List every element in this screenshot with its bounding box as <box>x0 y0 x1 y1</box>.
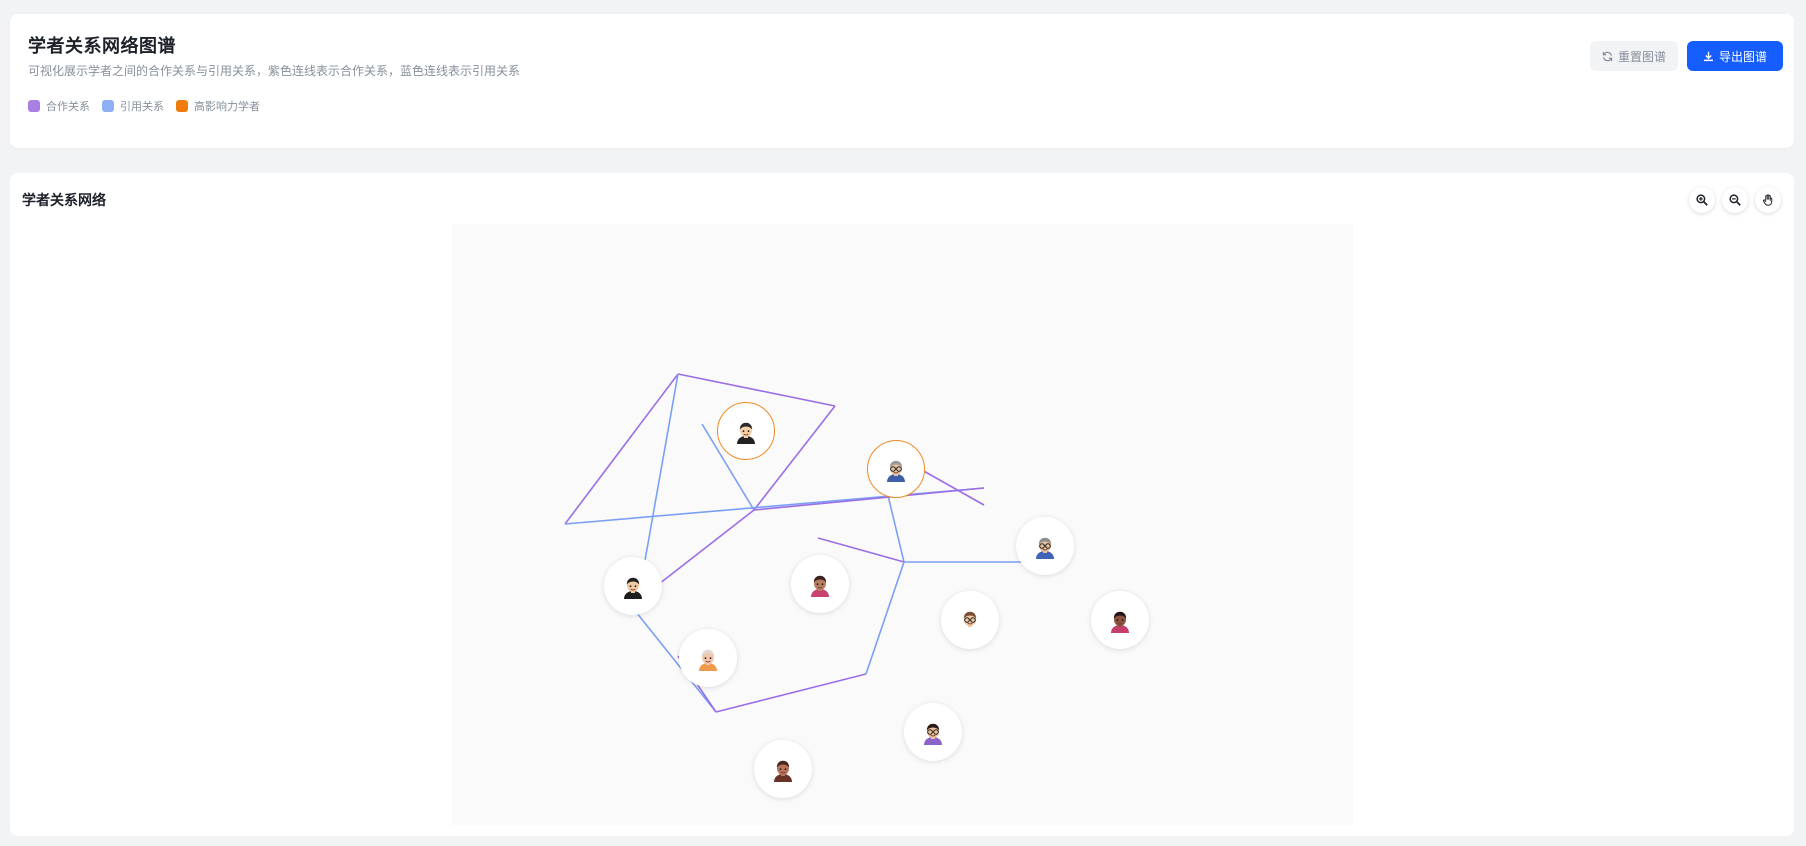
edge-citation <box>865 561 905 675</box>
scholar-node[interactable] <box>679 629 737 687</box>
scholar-node[interactable] <box>941 591 999 649</box>
edge-collaboration <box>715 673 867 713</box>
legend-label: 引用关系 <box>120 100 164 113</box>
graph-title: 学者关系网络 <box>22 193 106 209</box>
legend-swatch-citation <box>102 100 114 112</box>
scholar-node[interactable] <box>604 557 662 615</box>
avatar-icon <box>924 723 942 745</box>
reset-graph-label: 重置图谱 <box>1618 49 1667 64</box>
avatar-icon <box>737 422 755 444</box>
scholar-node[interactable] <box>717 402 775 460</box>
header-card: 学者关系网络图谱 可视化展示学者之间的合作关系与引用关系，紫色连线表示合作关系，… <box>10 14 1794 148</box>
legend-item-citation: 引用关系 <box>102 98 164 114</box>
avatar-icon <box>699 649 717 671</box>
zoom-out-icon <box>1729 191 1741 210</box>
legend: 合作关系 引用关系 高影响力学者 <box>28 98 260 114</box>
scholar-node[interactable] <box>904 703 962 761</box>
avatar-icon <box>887 460 905 482</box>
scholar-node[interactable] <box>754 740 812 798</box>
scholar-node[interactable] <box>1016 517 1074 575</box>
zoom-in-button[interactable] <box>1689 187 1715 213</box>
pan-button[interactable] <box>1755 187 1781 213</box>
export-graph-label: 导出图谱 <box>1718 49 1767 64</box>
legend-swatch-collaboration <box>28 100 40 112</box>
edge-citation <box>640 373 679 584</box>
zoom-out-button[interactable] <box>1722 187 1748 213</box>
avatar-icon <box>1111 611 1129 633</box>
edge-collaboration <box>564 373 679 525</box>
avatar-icon <box>774 760 792 782</box>
legend-item-high-impact: 高影响力学者 <box>176 98 260 114</box>
reset-graph-button[interactable]: 重置图谱 <box>1590 41 1678 71</box>
legend-item-collaboration: 合作关系 <box>28 98 90 114</box>
graph-card: 学者关系网络 <box>10 173 1794 836</box>
scholar-node[interactable] <box>791 555 849 613</box>
legend-swatch-high-impact <box>176 100 188 112</box>
avatar-icon <box>811 575 829 597</box>
zoom-in-icon <box>1696 191 1708 210</box>
avatar-icon <box>624 577 642 599</box>
refresh-icon <box>1602 51 1613 62</box>
scholar-node[interactable] <box>867 440 925 498</box>
scholar-node[interactable] <box>1091 591 1149 649</box>
edge-layer <box>564 373 1053 713</box>
edge-collaboration <box>677 373 836 407</box>
network-canvas[interactable] <box>452 224 1353 825</box>
legend-label: 合作关系 <box>46 100 90 113</box>
page-title: 学者关系网络图谱 <box>28 36 176 57</box>
avatar-icon <box>961 611 979 633</box>
page-description: 可视化展示学者之间的合作关系与引用关系，紫色连线表示合作关系，蓝色连线表示引用关… <box>28 64 521 78</box>
export-graph-button[interactable]: 导出图谱 <box>1687 41 1783 71</box>
legend-label: 高影响力学者 <box>194 100 260 113</box>
avatar-icon <box>1036 537 1054 559</box>
download-icon <box>1703 51 1714 62</box>
pan-hand-icon <box>1762 191 1774 210</box>
edge-collaboration <box>753 487 985 511</box>
